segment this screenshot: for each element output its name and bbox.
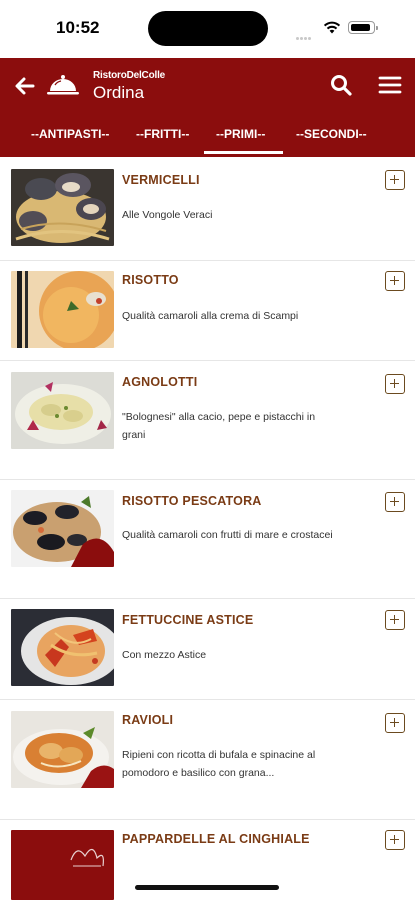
dish-name: RISOTTO PESCATORA xyxy=(122,494,262,508)
search-icon[interactable] xyxy=(329,73,353,97)
dish-name: AGNOLOTTI xyxy=(122,375,198,389)
list-item[interactable]: VERMICELLI Alle Vongole Veraci xyxy=(0,157,415,261)
list-item[interactable]: AGNOLOTTI "Bolognesi" alla cacio, pepe e… xyxy=(0,361,415,480)
dish-name: PAPPARDELLE AL CINGHIALE xyxy=(122,832,310,846)
add-to-order-button[interactable] xyxy=(385,170,405,190)
dynamic-island xyxy=(148,11,268,46)
add-to-order-button[interactable] xyxy=(385,830,405,850)
hamburger-menu-icon[interactable] xyxy=(378,73,402,97)
dish-name: FETTUCCINE ASTICE xyxy=(122,613,254,627)
dish-image-fettuccine-astice xyxy=(11,609,114,686)
signal-dots-icon xyxy=(296,27,316,40)
dish-image-agnolotti xyxy=(11,372,114,449)
list-item[interactable]: RAVIOLI Ripieni con ricotta di bufala e … xyxy=(0,700,415,820)
list-item[interactable]: FETTUCCINE ASTICE Con mezzo Astice xyxy=(0,599,415,700)
dish-description: Qualità camaroli con frutti di mare e cr… xyxy=(122,529,333,541)
tab-selected-indicator xyxy=(204,151,283,154)
add-to-order-button[interactable] xyxy=(385,610,405,630)
dish-image-ravioli xyxy=(11,711,114,788)
dish-description: Ripieni con ricotta di bufala e spinacin… xyxy=(122,749,316,779)
battery-icon xyxy=(348,21,378,34)
add-to-order-button[interactable] xyxy=(385,271,405,291)
dish-image-pappardelle xyxy=(11,830,114,900)
dish-image-vermicelli xyxy=(11,169,114,246)
brand-name: RistoroDelColle xyxy=(93,70,166,81)
menu-list: VERMICELLI Alle Vongole Veraci RISOTTO Q… xyxy=(0,157,415,900)
status-bar: 10:52 xyxy=(0,0,415,58)
list-item[interactable]: RISOTTO Qualità camaroli alla crema di S… xyxy=(0,261,415,361)
dish-image-risotto-pescatora xyxy=(11,490,114,567)
back-arrow-icon[interactable] xyxy=(13,74,37,98)
tab-antipasti[interactable]: --ANTIPASTI-- xyxy=(31,127,109,141)
wifi-icon xyxy=(323,21,341,34)
dish-name: RISOTTO xyxy=(122,273,179,287)
dish-name: VERMICELLI xyxy=(122,173,200,187)
home-indicator xyxy=(135,885,279,890)
add-to-order-button[interactable] xyxy=(385,492,405,512)
list-item[interactable]: RISOTTO PESCATORA Qualità camaroli con f… xyxy=(0,480,415,599)
dish-description: Alle Vongole Veraci xyxy=(122,209,213,221)
tab-secondi[interactable]: --SECONDI-- xyxy=(296,127,367,141)
app-header: RistoroDelColle Ordina --ANTIPASTI-- --F… xyxy=(0,58,415,157)
status-time: 10:52 xyxy=(56,18,100,37)
add-to-order-button[interactable] xyxy=(385,374,405,394)
dish-description: Con mezzo Astice xyxy=(122,649,207,661)
dish-name: RAVIOLI xyxy=(122,713,174,727)
page-title: Ordina xyxy=(93,83,145,102)
dish-image-risotto xyxy=(11,271,114,348)
tab-fritti[interactable]: --FRITTI-- xyxy=(136,127,189,141)
tab-primi[interactable]: --PRIMI-- xyxy=(216,127,265,141)
dish-description: "Bolognesi" alla cacio, pepe e pistacchi… xyxy=(122,411,316,441)
add-to-order-button[interactable] xyxy=(385,713,405,733)
cloche-icon xyxy=(47,75,79,95)
dish-description: Qualità camaroli alla crema di Scampi xyxy=(122,310,299,322)
